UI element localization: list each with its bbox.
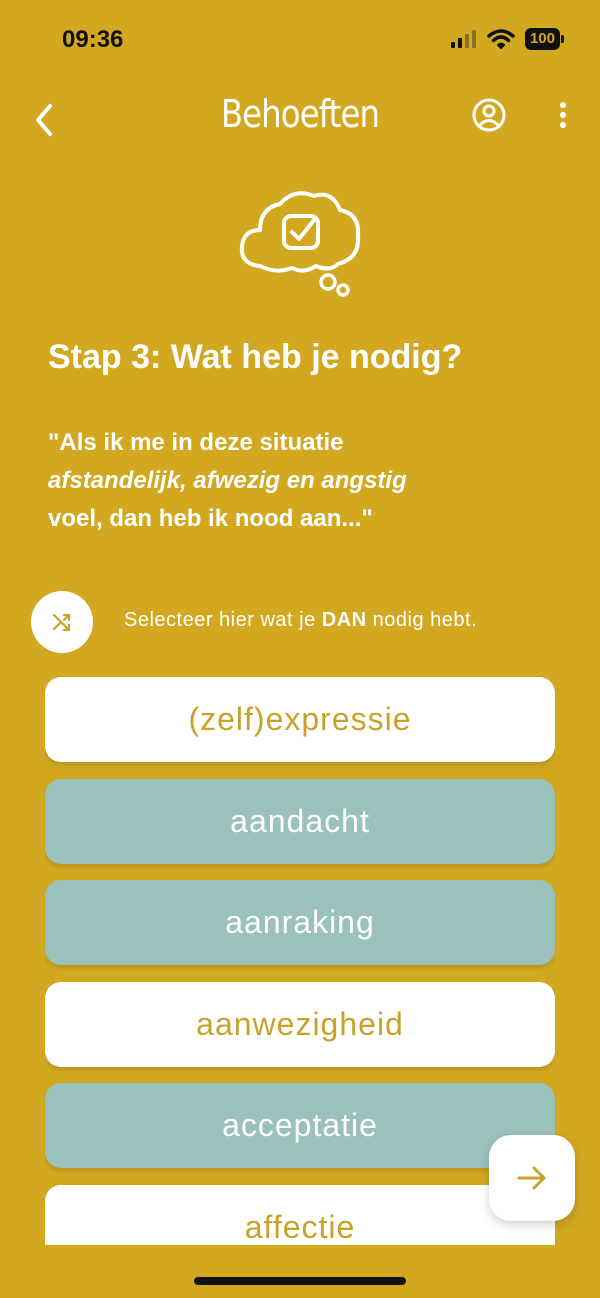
shuffle-button[interactable] xyxy=(31,591,93,653)
hint-before: Selecteer hier wat je xyxy=(124,609,322,631)
selection-hint: Selecteer hier wat je DAN nodig hebt. xyxy=(124,609,477,632)
user-circle-icon xyxy=(472,98,506,132)
step-title: Stap 3: Wat heb je nodig? xyxy=(48,338,463,376)
situation-quote: "Als ik me in deze situatie afstandelijk… xyxy=(48,424,568,538)
battery-indicator: 100 xyxy=(524,28,565,50)
need-option[interactable]: aanwezigheid xyxy=(45,981,555,1067)
header: Behoeften xyxy=(0,88,600,148)
need-option[interactable]: acceptatie xyxy=(45,1083,555,1168)
next-button[interactable] xyxy=(489,1135,575,1221)
quote-line-3: voel, dan heb ik nood aan..." xyxy=(48,505,373,532)
need-option[interactable]: aandacht xyxy=(45,778,555,864)
more-menu-button[interactable] xyxy=(550,96,576,136)
needs-list: (zelf)expressie aandacht aanraking aanwe… xyxy=(45,677,555,1245)
need-option[interactable]: aanraking xyxy=(45,880,555,965)
status-icons: 100 xyxy=(450,28,565,50)
shuffle-icon xyxy=(52,613,71,632)
need-option[interactable]: affectie xyxy=(45,1184,555,1245)
need-option[interactable]: (zelf)expressie xyxy=(45,677,555,762)
thought-cloud-check-icon xyxy=(239,191,361,297)
hint-bold: DAN xyxy=(321,609,367,631)
wifi-icon xyxy=(487,29,515,49)
home-indicator xyxy=(194,1277,406,1285)
status-bar: 09:36 100 xyxy=(0,0,600,80)
profile-button[interactable] xyxy=(470,96,508,134)
quote-line-1: "Als ik me in deze situatie xyxy=(48,429,344,456)
hint-after: nodig hebt. xyxy=(366,609,478,631)
status-time: 09:36 xyxy=(62,26,124,53)
signal-icon xyxy=(450,30,476,48)
quote-feelings: afstandelijk, afwezig en angstig xyxy=(48,467,407,494)
more-vertical-icon xyxy=(560,102,566,128)
arrow-right-icon xyxy=(517,1166,546,1190)
